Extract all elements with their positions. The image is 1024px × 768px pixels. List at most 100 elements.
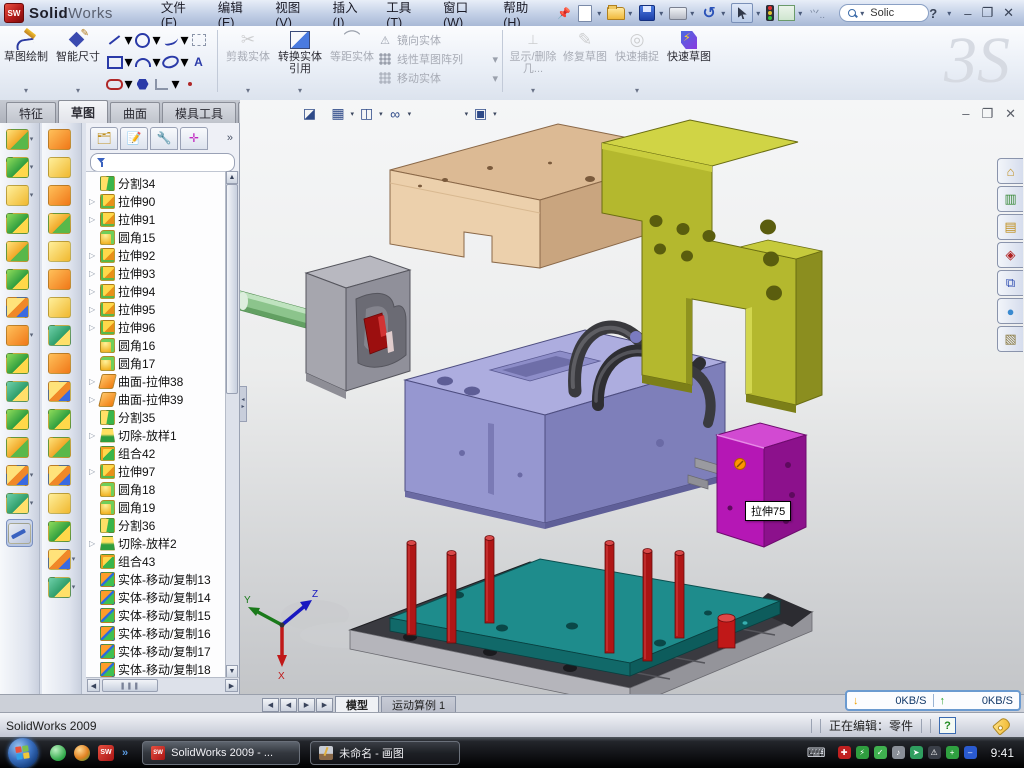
undo-dropdown[interactable]: ▾ xyxy=(721,9,728,18)
open-icon[interactable] xyxy=(607,4,625,22)
help-dropdown[interactable]: ▾ xyxy=(947,9,954,18)
expand-arrow-icon[interactable] xyxy=(89,431,97,440)
expand-arrow-icon[interactable] xyxy=(89,467,97,476)
surface-tool-button[interactable]: ▾ xyxy=(48,267,76,291)
undo-icon[interactable]: ↺ xyxy=(700,4,718,22)
keyboard-layout-icon[interactable]: ⌨ xyxy=(807,745,826,761)
pplive-icon[interactable] xyxy=(74,745,90,761)
expand-arrow-icon[interactable] xyxy=(89,323,97,332)
slot-icon[interactable] xyxy=(106,76,123,92)
surface-tool-button[interactable]: ▾ xyxy=(48,183,76,207)
scroll-up-icon[interactable]: ▲ xyxy=(226,171,238,184)
tree-item[interactable]: 拉伸92 xyxy=(86,246,226,264)
task-pane-tab-icon[interactable]: ⌂ xyxy=(997,158,1023,184)
dimxpert-manager-icon[interactable]: ✛ xyxy=(180,127,208,150)
tree-vertical-scrollbar[interactable]: ▲ ▼ xyxy=(225,171,239,678)
tree-item[interactable]: 拉伸90 xyxy=(86,192,226,210)
quick-snaps-button[interactable]: ◎ 快速捕捉▾ xyxy=(611,26,663,99)
taskbar-button-paint[interactable]: 未命名 - 画图 xyxy=(310,741,460,765)
print-icon[interactable] xyxy=(669,4,687,22)
tree-item[interactable]: 实体-移动/复制16 xyxy=(86,624,226,642)
sketch-fillet-icon[interactable] xyxy=(153,76,170,92)
line-icon[interactable] xyxy=(106,32,123,48)
feature-tool-button[interactable]: ▾ xyxy=(6,323,34,347)
tray-icon[interactable]: + xyxy=(946,746,959,759)
tree-item[interactable]: 拉伸95 xyxy=(86,300,226,318)
horizontal-scroll-thumb[interactable]: ❚❚❚ xyxy=(102,679,158,692)
rebuild-traffic-light-icon[interactable] xyxy=(766,5,774,21)
repair-sketch-button[interactable]: ✎ 修复草图 xyxy=(559,26,611,99)
document-tab[interactable]: 模型 xyxy=(335,696,379,713)
feature-tool-button[interactable]: ▾ xyxy=(6,267,34,291)
surface-tool-button[interactable]: ▾ xyxy=(48,379,76,403)
linear-sketch-pattern-button[interactable]: 线性草图阵列▾ xyxy=(378,51,498,67)
configuration-manager-icon[interactable]: 🔧 xyxy=(150,127,178,150)
feature-tool-button[interactable]: ▾ xyxy=(6,463,34,487)
surface-tool-button[interactable]: ▾ xyxy=(48,155,76,179)
tray-icon[interactable]: – xyxy=(964,746,977,759)
expand-arrow-icon[interactable] xyxy=(89,287,97,296)
sketch-text-icon[interactable]: A xyxy=(190,54,207,70)
doc-minimize-icon[interactable]: – xyxy=(962,106,969,122)
ribbon-tab[interactable]: 曲面 xyxy=(110,102,160,123)
mirror-entities-button[interactable]: ⚠ 镜向实体 xyxy=(378,32,498,48)
expand-arrow-icon[interactable] xyxy=(89,305,97,314)
tray-icon[interactable]: ⚡ xyxy=(856,746,869,759)
smart-dimension-button[interactable]: 智能尺寸▾ xyxy=(52,26,104,99)
surface-tool-button[interactable]: ▾ xyxy=(48,239,76,263)
polygon-icon[interactable] xyxy=(134,76,151,92)
expand-arrow-icon[interactable] xyxy=(89,269,97,278)
move-entities-button[interactable]: 移动实体▾ xyxy=(378,70,498,86)
hud-view-icon[interactable]: ◪ xyxy=(301,105,318,122)
scroll-left-icon[interactable]: ◀ xyxy=(87,679,100,692)
feature-tool-button[interactable]: ▾ xyxy=(6,351,34,375)
options-list-icon[interactable] xyxy=(777,4,795,22)
status-help-icon[interactable]: ? xyxy=(939,717,956,734)
save-dropdown[interactable]: ▾ xyxy=(659,9,666,18)
mold-assembly-model[interactable]: Y Z X xyxy=(240,100,1024,694)
hud-view-icon[interactable] xyxy=(444,105,461,122)
tray-icon[interactable]: ➤ xyxy=(910,746,923,759)
tree-item[interactable]: 实体-移动/复制17 xyxy=(86,642,226,660)
feature-tool-button[interactable]: ▾ xyxy=(6,183,34,207)
tree-item[interactable]: 实体-移动/复制18 xyxy=(86,660,226,678)
task-pane-tab-icon[interactable]: ▧ xyxy=(997,326,1023,352)
hud-view-icon[interactable] xyxy=(244,105,261,122)
tree-item[interactable]: 拉伸91 xyxy=(86,210,226,228)
sketch-button[interactable]: 草图绘制▾ xyxy=(0,26,52,99)
expand-arrow-icon[interactable] xyxy=(89,395,97,404)
surface-tool-button[interactable]: ▾ xyxy=(48,351,76,375)
surface-tool-button[interactable]: ▾ xyxy=(48,547,76,571)
network-speed-widget[interactable]: ↓ 0KB/S ↑ 0KB/S xyxy=(845,690,1021,711)
pin-icon[interactable]: 📌 xyxy=(555,4,573,22)
tray-icon[interactable]: ⚠ xyxy=(928,746,941,759)
scroll-right-icon[interactable]: ▶ xyxy=(225,679,238,692)
tree-item[interactable]: 拉伸94 xyxy=(86,282,226,300)
convert-entities-button[interactable]: 转换实体引用▾ xyxy=(274,26,326,99)
tree-item[interactable]: 切除-放样2 xyxy=(86,534,226,552)
selection-box-icon[interactable] xyxy=(190,32,207,48)
doc-close-icon[interactable]: ✕ xyxy=(1005,106,1016,122)
epdm-icon[interactable]: ⺍.. xyxy=(808,4,826,22)
circle-icon[interactable] xyxy=(134,32,151,48)
close-icon[interactable]: ✕ xyxy=(1003,5,1014,21)
help-icon[interactable]: ? xyxy=(929,6,937,21)
search-dropdown[interactable]: ▾ xyxy=(860,9,867,18)
surface-tool-button[interactable]: ▾ xyxy=(48,575,76,599)
tree-item[interactable]: 圆角15 xyxy=(86,228,226,246)
solidworks-quicklaunch-icon[interactable]: SW xyxy=(98,745,114,761)
surface-tool-button[interactable]: ▾ xyxy=(48,295,76,319)
surface-tool-button[interactable]: ▾ xyxy=(48,519,76,543)
task-pane-tab-icon[interactable]: ▥ xyxy=(997,186,1023,212)
tags-icon[interactable] xyxy=(992,716,1012,735)
feature-manager-icon[interactable]: 🗂 xyxy=(90,127,118,150)
trim-entities-button[interactable]: ✂ 剪裁实体▾ xyxy=(222,26,274,99)
tree-item[interactable]: 实体-移动/复制14 xyxy=(86,588,226,606)
select-dropdown[interactable]: ▾ xyxy=(756,9,763,18)
tab-nav-arrow[interactable]: ◀ xyxy=(262,698,279,712)
feature-tool-button[interactable]: ▾ xyxy=(6,295,34,319)
document-tab[interactable]: 运动算例 1 xyxy=(381,696,456,713)
panel-expand-chevron[interactable]: » xyxy=(227,132,237,144)
tab-nav-arrow[interactable]: ◀ xyxy=(280,698,297,712)
tree-item[interactable]: 曲面-拉伸38 xyxy=(86,372,226,390)
